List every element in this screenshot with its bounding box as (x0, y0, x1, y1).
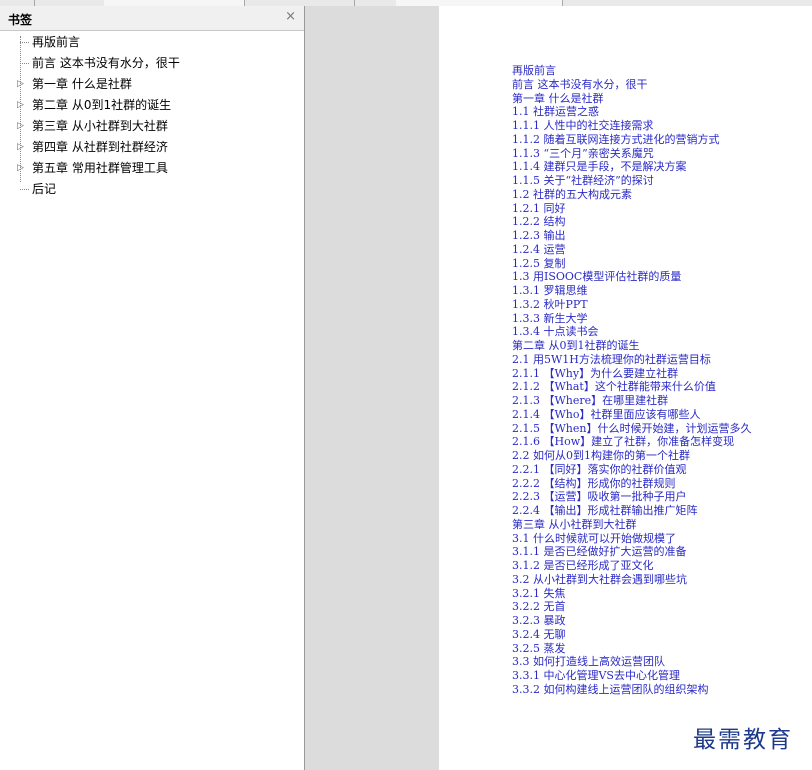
bookmark-label: 第五章 常用社群管理工具 (32, 161, 168, 175)
bookmarks-panel: 书签 × 再版前言前言 这本书没有水分，很干 ▷ 第一章 什么是社群 ▷ 第二章 从0到… (0, 6, 305, 770)
bookmark-label: 第四章 从社群到社群经济 (32, 140, 168, 154)
toc-entry[interactable]: 1.2.4 运营 (512, 243, 751, 257)
bookmarks-title: 书签 (8, 13, 33, 27)
bookmark-label: 第一章 什么是社群 (32, 77, 132, 91)
toc-entry[interactable]: 再版前言 (512, 64, 751, 78)
toc-entry[interactable]: 2.1.5 【When】什么时候开始建，计划运营多久 (512, 422, 751, 436)
bookmark-tree: 再版前言前言 这本书没有水分，很干 ▷ 第一章 什么是社群 ▷ 第二章 从0到1社群的诞… (0, 32, 304, 200)
toc-entry[interactable]: 1.2.1 同好 (512, 202, 751, 216)
bookmark-label: 第二章 从0到1社群的诞生 (32, 98, 172, 112)
toc-entry[interactable]: 2.1.6 【How】建立了社群，你准备怎样变现 (512, 435, 751, 449)
toc-entry[interactable]: 3.3 如何打造线上高效运营团队 (512, 655, 751, 669)
bookmark-item[interactable]: 再版前言 (0, 32, 304, 53)
toc-entry[interactable]: 第三章 从小社群到大社群 (512, 518, 751, 532)
toc-entry[interactable]: 2.1.3 【Where】在哪里建社群 (512, 394, 751, 408)
toc-entry[interactable]: 2.2.2 【结构】形成你的社群规则 (512, 477, 751, 491)
bookmark-label: 第三章 从小社群到大社群 (32, 119, 168, 133)
toc-entry[interactable]: 3.2.2 无首 (512, 600, 751, 614)
bookmark-label: 再版前言 (32, 35, 81, 49)
toc-entry[interactable]: 1.2.5 复制 (512, 257, 751, 271)
toc-entry[interactable]: 3.2.4 无聊 (512, 628, 751, 642)
expand-arrow-icon[interactable]: ▷ (17, 137, 24, 158)
toc-entry[interactable]: 2.1 用5W1H方法梳理你的社群运营目标 (512, 353, 751, 367)
document-page: 再版前言 前言 这本书没有水分，很干 第一章 什么是社群 1.1 社群运营之惑 1.1.… (439, 6, 812, 770)
toc-entry[interactable]: 第一章 什么是社群 (512, 92, 751, 106)
expand-arrow-icon[interactable]: ▷ (17, 158, 24, 179)
toc-entry[interactable]: 2.2.4 【输出】形成社群输出推广矩阵 (512, 504, 751, 518)
toc-entry[interactable]: 1.1.4 建群只是手段，不是解决方案 (512, 160, 751, 174)
toc-entry[interactable]: 3.1.1 是否已经做好扩大运营的准备 (512, 545, 751, 559)
bookmark-item[interactable]: 后记 (0, 179, 304, 200)
table-of-contents: 再版前言 前言 这本书没有水分，很干 第一章 什么是社群 1.1 社群运营之惑 1.1.… (512, 64, 751, 697)
bookmark-item[interactable]: ▷ 第五章 常用社群管理工具 (0, 158, 304, 179)
expand-arrow-icon[interactable]: ▷ (17, 74, 24, 95)
toc-entry[interactable]: 1.3.4 十点读书会 (512, 325, 751, 339)
toc-entry[interactable]: 3.2.3 暴政 (512, 614, 751, 628)
tree-leaf-line (20, 189, 29, 190)
toc-entry[interactable]: 1.2.2 结构 (512, 215, 751, 229)
bookmarks-header: 书签 × (0, 6, 304, 31)
toc-entry[interactable]: 3.1.2 是否已经形成了亚文化 (512, 559, 751, 573)
toc-entry[interactable]: 1.2 社群的五大构成元素 (512, 188, 751, 202)
toc-entry[interactable]: 1.1.3 “三个月”亲密关系魔咒 (512, 147, 751, 161)
toc-entry[interactable]: 3.3.1 中心化管理VS去中心化管理 (512, 669, 751, 683)
tree-leaf-line (20, 63, 29, 64)
bookmark-item[interactable]: ▷ 第二章 从0到1社群的诞生 (0, 95, 304, 116)
toc-entry[interactable]: 2.2.3 【运营】吸收第一批种子用户 (512, 490, 751, 504)
toc-entry[interactable]: 3.3.2 如何构建线上运营团队的组织架构 (512, 683, 751, 697)
toc-entry[interactable]: 1.2.3 输出 (512, 229, 751, 243)
toc-entry[interactable]: 前言 这本书没有水分，很干 (512, 78, 751, 92)
bookmark-item[interactable]: 前言 这本书没有水分，很干 (0, 53, 304, 74)
toc-entry[interactable]: 1.1.5 关于“社群经济”的探讨 (512, 174, 751, 188)
expand-arrow-icon[interactable]: ▷ (17, 95, 24, 116)
toc-entry[interactable]: 3.2.5 蒸发 (512, 642, 751, 656)
toc-entry[interactable]: 3.2.1 失焦 (512, 587, 751, 601)
bookmark-label: 前言 这本书没有水分，很干 (32, 56, 180, 70)
toc-entry[interactable]: 1.1 社群运营之惑 (512, 105, 751, 119)
toc-entry[interactable]: 3.1 什么时候就可以开始做规模了 (512, 532, 751, 546)
toc-entry[interactable]: 1.1.1 人性中的社交连接需求 (512, 119, 751, 133)
bookmark-item[interactable]: ▷ 第一章 什么是社群 (0, 74, 304, 95)
toc-entry[interactable]: 2.1.4 【Who】社群里面应该有哪些人 (512, 408, 751, 422)
toc-entry[interactable]: 2.2 如何从0到1构建你的第一个社群 (512, 449, 751, 463)
close-icon[interactable]: × (285, 9, 296, 24)
toc-entry[interactable]: 1.3.1 罗辑思维 (512, 284, 751, 298)
toc-entry[interactable]: 2.2.1 【同好】落实你的社群价值观 (512, 463, 751, 477)
toc-entry[interactable]: 1.3.3 新生大学 (512, 312, 751, 326)
toc-entry[interactable]: 3.2 从小社群到大社群会遇到哪些坑 (512, 573, 751, 587)
toc-entry[interactable]: 1.3 用ISOOC模型评估社群的质量 (512, 270, 751, 284)
toc-entry[interactable]: 1.3.2 秋叶PPT (512, 298, 751, 312)
toc-entry[interactable]: 1.1.2 随着互联网连接方式进化的营销方式 (512, 133, 751, 147)
expand-arrow-icon[interactable]: ▷ (17, 116, 24, 137)
bookmark-item[interactable]: ▷ 第四章 从社群到社群经济 (0, 137, 304, 158)
bookmark-item[interactable]: ▷ 第三章 从小社群到大社群 (0, 116, 304, 137)
toc-entry[interactable]: 2.1.1 【Why】为什么要建立社群 (512, 367, 751, 381)
document-viewport[interactable]: 再版前言 前言 这本书没有水分，很干 第一章 什么是社群 1.1 社群运营之惑 1.1.… (305, 6, 812, 770)
tree-leaf-line (20, 42, 29, 43)
bookmark-label: 后记 (32, 182, 57, 196)
toc-entry[interactable]: 第二章 从0到1社群的诞生 (512, 339, 751, 353)
watermark: 最需教育 (693, 727, 793, 753)
toc-entry[interactable]: 2.1.2 【What】这个社群能带来什么价值 (512, 380, 751, 394)
